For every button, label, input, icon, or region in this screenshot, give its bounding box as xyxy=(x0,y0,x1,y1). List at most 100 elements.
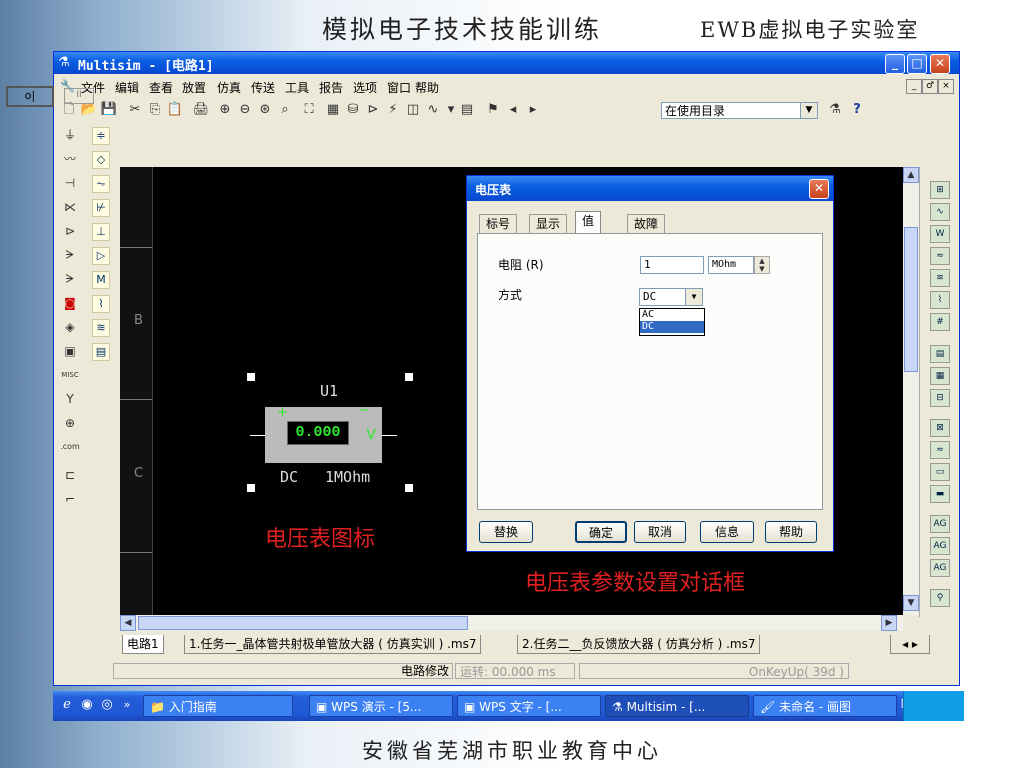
selection-handle[interactable] xyxy=(405,484,413,492)
file-tab[interactable]: 1.任务一_晶体管共射极单管放大器 ( 仿真实训 ) .ms7 xyxy=(184,635,482,654)
agilent-scope-icon[interactable]: AG xyxy=(930,559,950,577)
distortion-analyzer-icon[interactable]: ≂ xyxy=(930,441,950,459)
in-use-list-combo[interactable]: 在使用目录 ▼ xyxy=(661,102,818,119)
tab-fault[interactable]: 故障 xyxy=(627,214,666,234)
electrical-rules-icon[interactable]: ⚑ xyxy=(484,101,502,119)
zoom-in-icon[interactable]: ⊕ xyxy=(216,101,234,119)
print-icon[interactable]: 🖨 xyxy=(192,101,210,119)
transistor-library-icon[interactable]: ⊬ xyxy=(92,199,110,217)
taskbar-item[interactable]: ▣ WPS 文字 - [... xyxy=(457,695,601,717)
iv-analyzer-icon[interactable]: ⊠ xyxy=(930,419,950,437)
dialog-titlebar[interactable]: 电压表 ✕ xyxy=(467,176,833,201)
postprocessor-icon[interactable]: ▤ xyxy=(458,101,476,119)
taskbar-item[interactable]: ⚗ Multisim - [... xyxy=(605,695,749,717)
grapher-icon[interactable]: ◫ xyxy=(404,101,422,119)
scroll-left-button[interactable]: ◀ xyxy=(120,615,136,631)
resistance-unit-spinner[interactable]: ▲ ▼ xyxy=(754,256,770,274)
rf-icon[interactable]: Y xyxy=(60,389,80,409)
dialog-close-button[interactable]: ✕ xyxy=(809,179,829,199)
menu-edit[interactable]: 编辑 xyxy=(115,79,139,96)
scroll-right-button[interactable]: ▶ xyxy=(881,615,897,631)
analog-library-icon[interactable]: ⊥ xyxy=(92,223,110,241)
selection-handle[interactable] xyxy=(247,484,255,492)
oscilloscope-icon[interactable]: ≈ xyxy=(930,247,950,265)
scroll-thumb[interactable] xyxy=(138,616,468,630)
diode-library-icon[interactable]: ⏦ xyxy=(92,175,110,193)
bode-plotter-icon[interactable]: ⌇ xyxy=(930,291,950,309)
tab-scroll-buttons[interactable]: ◂ ▸ xyxy=(890,635,930,654)
component-icon[interactable]: ⊳ xyxy=(364,101,382,119)
help-dialog-button[interactable]: 帮助 xyxy=(765,521,817,543)
mode-option-ac[interactable]: AC xyxy=(640,309,704,321)
chevron-down-icon[interactable]: ▼ xyxy=(800,103,817,118)
multisim-logo-icon[interactable]: ⚗ xyxy=(826,101,844,119)
network-analyzer-icon[interactable]: ▬ xyxy=(930,485,950,503)
four-channel-scope-icon[interactable]: ≋ xyxy=(930,269,950,287)
menu-tools[interactable]: 工具 xyxy=(285,79,309,96)
spreadsheet-icon[interactable]: ▦ xyxy=(324,101,342,119)
quick-launch-icon[interactable]: ◉ xyxy=(79,697,95,713)
scroll-up-button[interactable]: ▲ xyxy=(903,167,919,183)
mode-option-dc[interactable]: DC xyxy=(640,321,704,333)
ie-icon[interactable]: ℯ xyxy=(59,697,75,713)
taskbar-item[interactable]: ▣ WPS 演示 - [5... xyxy=(309,695,453,717)
replace-button[interactable]: 替换 xyxy=(479,521,533,543)
window-titlebar[interactable]: ⚗ Multisim - [电路1] _ □ ✕ xyxy=(54,52,959,74)
word-generator-icon[interactable]: ▤ xyxy=(930,345,950,363)
hierarchical-block-icon[interactable]: ⊏ xyxy=(60,465,80,485)
cmos-library-icon[interactable]: M xyxy=(92,271,110,289)
cmos-icon[interactable]: ᗒ xyxy=(60,269,80,289)
mdi-minimize-button[interactable]: _ xyxy=(906,79,922,94)
mdi-restore-button[interactable]: ♂ xyxy=(922,79,938,94)
menu-simulate[interactable]: 仿真 xyxy=(217,79,241,96)
browser-icon[interactable]: ◎ xyxy=(99,697,115,713)
ttl-icon[interactable]: ᗒ xyxy=(60,245,80,265)
scroll-thumb[interactable] xyxy=(904,227,918,372)
selection-handle[interactable] xyxy=(247,373,255,381)
simulate-switch-button[interactable]: o| xyxy=(6,86,54,107)
menu-window[interactable]: 窗口 xyxy=(387,79,411,96)
horizontal-scrollbar[interactable]: ◀ ▶ xyxy=(120,615,903,631)
analysis-icon[interactable]: ∿ xyxy=(424,101,442,119)
menu-place[interactable]: 放置 xyxy=(182,79,206,96)
transistor-icon[interactable]: ⋉ xyxy=(60,197,80,217)
close-button[interactable]: ✕ xyxy=(930,54,950,74)
analog-icon[interactable]: ⊳ xyxy=(60,221,80,241)
menu-help[interactable]: 帮助 xyxy=(415,79,439,96)
menu-reports[interactable]: 报告 xyxy=(319,79,343,96)
cut-icon[interactable]: ✂ xyxy=(126,101,144,119)
source-icon[interactable]: ⏚ xyxy=(60,125,80,145)
cancel-button[interactable]: 取消 xyxy=(634,521,686,543)
ttl-library-icon[interactable]: ▷ xyxy=(92,247,110,265)
resistance-unit-field[interactable]: MOhm xyxy=(708,256,754,274)
copy-icon[interactable]: ⎘ xyxy=(146,101,164,119)
info-button[interactable]: 信息 xyxy=(700,521,754,543)
bus-icon[interactable]: ⌐ xyxy=(60,489,80,509)
hierarchy-icon[interactable]: ⛶ xyxy=(300,101,318,119)
multimeter-icon[interactable]: ⊞ xyxy=(930,181,950,199)
tab-value[interactable]: 值 xyxy=(575,211,602,234)
forward-annotate-icon[interactable]: ▸ xyxy=(524,101,542,119)
indicator-library-icon[interactable]: ≋ xyxy=(92,319,110,337)
tab-label[interactable]: 标号 xyxy=(479,214,518,234)
com-icon[interactable]: .com xyxy=(60,437,80,457)
mixed-library-icon[interactable]: ⌇ xyxy=(92,295,110,313)
voltmeter-icon[interactable]: + − 0.000 V xyxy=(265,403,382,463)
wizard-icon[interactable]: ⚡ xyxy=(384,101,402,119)
maximize-button[interactable]: □ xyxy=(907,54,927,74)
minimize-button[interactable]: _ xyxy=(885,54,905,74)
basic-library-icon[interactable]: ◇ xyxy=(92,151,110,169)
menu-options[interactable]: 选项 xyxy=(353,79,377,96)
mode-select[interactable]: DC ▼ xyxy=(639,288,703,306)
help-button[interactable]: ? xyxy=(848,101,866,119)
quick-launch-more[interactable]: » xyxy=(119,697,135,713)
ok-button[interactable]: 确定 xyxy=(575,521,627,543)
zoom-out-icon[interactable]: ⊖ xyxy=(236,101,254,119)
file-tab[interactable]: 2.任务二__负反馈放大器 ( 仿真分析 ) .ms7 xyxy=(517,635,761,654)
pause-button[interactable]: II xyxy=(64,88,94,104)
mixed-icon[interactable]: ◈ xyxy=(60,317,80,337)
taskbar-item[interactable]: 📁 入门指南 xyxy=(143,695,293,717)
file-tab[interactable]: 电路1 xyxy=(122,635,164,654)
basic-icon[interactable]: 〰 xyxy=(60,149,80,169)
logic-converter-icon[interactable]: ⊟ xyxy=(930,389,950,407)
